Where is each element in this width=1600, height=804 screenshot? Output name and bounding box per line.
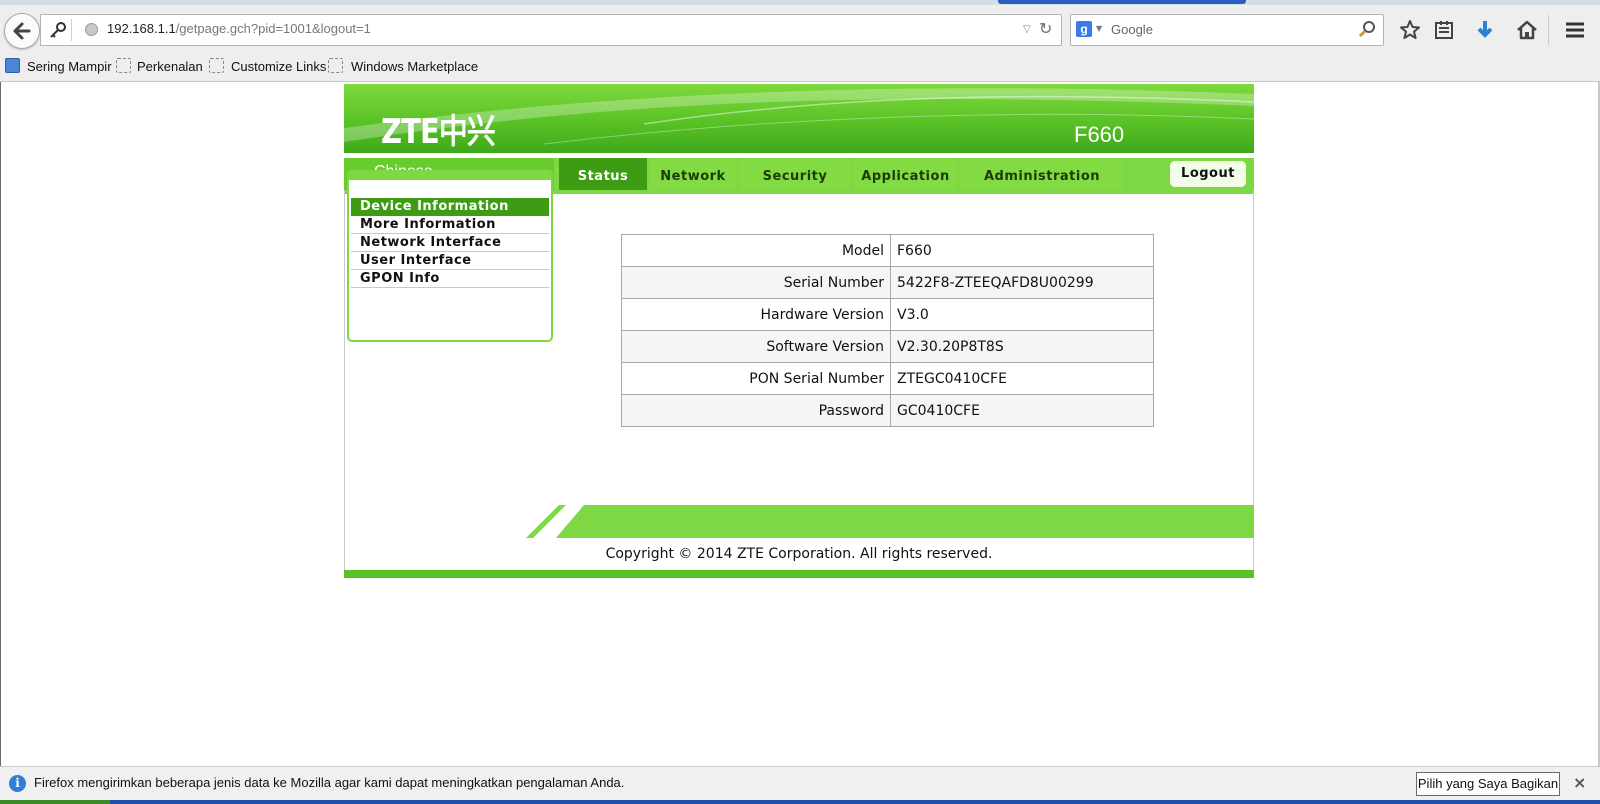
sidebar-item-user-interface[interactable]: User Interface [351, 252, 549, 270]
url-bar[interactable]: 192.168.1.1/getpage.gch?pid=1001&logout=… [40, 14, 1062, 46]
bookmark-sering-mampir[interactable]: Sering Mampir [27, 59, 112, 74]
notification-bar: i Firefox mengirimkan beberapa jenis dat… [0, 766, 1600, 801]
notification-message: Firefox mengirimkan beberapa jenis data … [34, 775, 625, 790]
bookmark-windows-marketplace[interactable]: Windows Marketplace [351, 59, 478, 74]
model-label: F660 [1074, 122, 1125, 147]
search-engine-caret-icon[interactable]: ▼ [1096, 24, 1102, 33]
copyright-text: Copyright © 2014 ZTE Corporation. All ri… [605, 546, 993, 562]
download-icon[interactable] [1473, 18, 1497, 42]
home-icon[interactable] [1515, 18, 1539, 42]
key-icon[interactable] [49, 21, 67, 39]
reload-icon[interactable]: ↻ [1039, 19, 1052, 38]
footer-stripe [526, 505, 566, 538]
taskbar-strip [0, 800, 1600, 804]
sidebar-item-device-information[interactable]: Device Information [351, 198, 549, 216]
field-label: Hardware Version [621, 298, 891, 331]
field-label: Password [621, 394, 891, 427]
field-value: GC0410CFE [890, 394, 1154, 427]
field-value: V2.30.20P8T8S [890, 330, 1154, 363]
footer-band [556, 505, 1254, 538]
table-row: PON Serial Number ZTEGC0410CFE [621, 362, 1154, 395]
url-separator [71, 19, 72, 41]
bookmarks-bar: Sering Mampir Perkenalan Customize Links… [0, 53, 1600, 82]
back-button[interactable] [4, 13, 40, 49]
table-row: Password GC0410CFE [621, 394, 1154, 427]
sidebar-item-more-information[interactable]: More Information [351, 216, 549, 234]
field-value: ZTEGC0410CFE [890, 362, 1154, 395]
field-label: Serial Number [621, 266, 891, 299]
close-icon[interactable]: × [1573, 773, 1586, 792]
table-row: Hardware Version V3.0 [621, 298, 1154, 331]
tab-administration[interactable]: Administration [960, 158, 1124, 190]
google-icon[interactable]: g [1076, 21, 1092, 37]
url-text[interactable]: 192.168.1.1/getpage.gch?pid=1001&logout=… [107, 21, 371, 36]
tab-status[interactable]: Status [559, 158, 647, 190]
sidebar-menu: Device Information More Information Netw… [347, 170, 553, 342]
reading-list-icon[interactable] [1432, 18, 1456, 42]
window-left-edge [0, 82, 1, 766]
tab-application[interactable]: Application [854, 158, 957, 190]
star-icon[interactable] [1398, 18, 1422, 42]
table-row: Model F660 [621, 234, 1154, 267]
field-value: F660 [890, 234, 1154, 267]
search-placeholder[interactable]: Google [1111, 22, 1153, 37]
dashed-page-icon [328, 58, 343, 73]
device-info-table: Model F660 Serial Number 5422F8-ZTEEQAFD… [621, 234, 1154, 427]
tab-network[interactable]: Network [650, 158, 736, 190]
choose-what-to-share-button[interactable]: Pilih yang Saya Bagikan [1416, 772, 1560, 796]
url-host: 192.168.1.1 [107, 21, 176, 36]
field-label: Software Version [621, 330, 891, 363]
router-banner: ZTE中兴 F660 [344, 84, 1254, 153]
router-page: ZTE中兴 F660 ⇨ Chinese Status Network Secu… [344, 84, 1254, 578]
search-bar[interactable]: g ▼ Google [1070, 14, 1384, 46]
field-label: PON Serial Number [621, 362, 891, 395]
info-icon: i [9, 775, 26, 792]
magnifier-icon[interactable] [1358, 20, 1376, 38]
tab-strip-active [998, 0, 1246, 4]
dashed-page-icon [209, 58, 224, 73]
taskbar-segment [0, 800, 110, 804]
footer-line [344, 570, 1254, 578]
table-row: Software Version V2.30.20P8T8S [621, 330, 1154, 363]
footer-bar [526, 505, 1254, 538]
field-value: 5422F8-ZTEEQAFD8U00299 [890, 266, 1154, 299]
field-value: V3.0 [890, 298, 1154, 331]
browser-toolbar: 192.168.1.1/getpage.gch?pid=1001&logout=… [0, 5, 1600, 53]
globe-icon[interactable] [85, 23, 98, 36]
dropdown-arrow-icon[interactable]: ▽ [1023, 24, 1031, 35]
logout-button[interactable]: Logout [1170, 161, 1246, 187]
back-arrow-icon [13, 22, 31, 40]
zte-logo: ZTE中兴 [381, 112, 496, 152]
tab-security[interactable]: Security [739, 158, 851, 190]
menu-divider [1548, 15, 1549, 45]
dashed-page-icon [116, 58, 131, 73]
sidebar-item-gpon-info[interactable]: GPON Info [351, 270, 549, 288]
bookmark-perkenalan[interactable]: Perkenalan [137, 59, 203, 74]
bookmark-customize-links[interactable]: Customize Links [231, 59, 326, 74]
field-label: Model [621, 234, 891, 267]
bookmark-page-icon [5, 58, 20, 73]
table-row: Serial Number 5422F8-ZTEEQAFD8U00299 [621, 266, 1154, 299]
url-path: /getpage.gch?pid=1001&logout=1 [175, 21, 371, 36]
hamburger-menu-icon[interactable] [1563, 18, 1587, 42]
sidebar-item-network-interface[interactable]: Network Interface [351, 234, 549, 252]
